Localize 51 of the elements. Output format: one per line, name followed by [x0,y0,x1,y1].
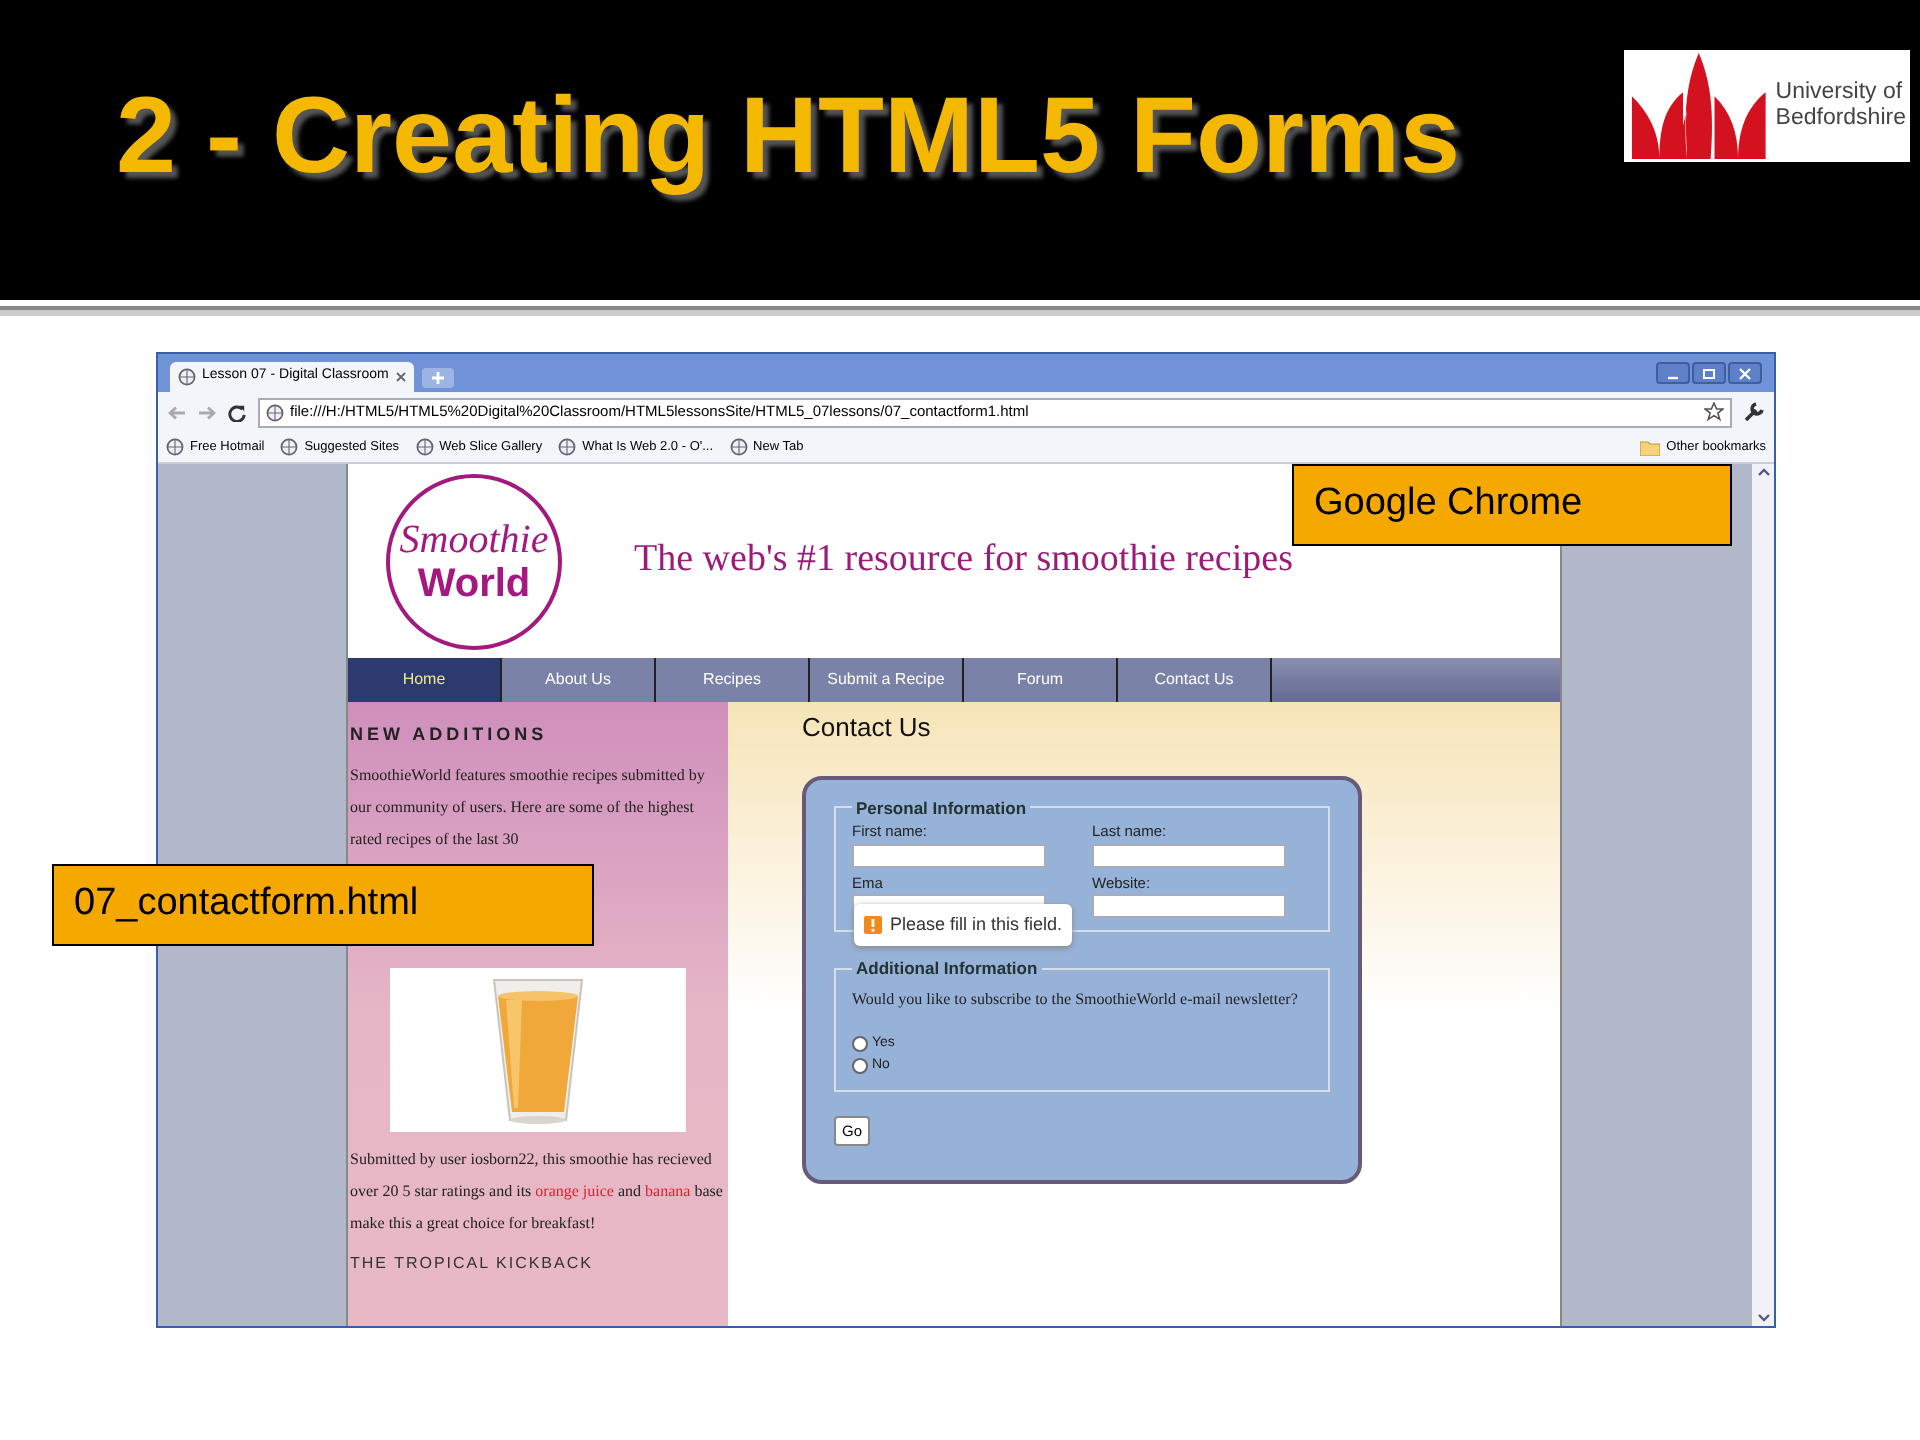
globe-icon [280,438,299,456]
nav-tab[interactable]: Home [348,658,502,702]
fieldset-legend: Personal Information [852,795,1031,821]
callout-label: 07_contactform.html [52,864,594,946]
warning-icon [864,915,882,934]
folder-icon [1640,439,1661,455]
radio-button[interactable] [852,1036,868,1052]
star-icon[interactable] [1704,402,1724,422]
slide-title: 2 - Creating HTML5 Forms [116,73,1461,199]
nav-tab[interactable]: Submit a Recipe [810,658,964,702]
reload-icon[interactable] [228,403,246,421]
tulip-logo-icon [1628,52,1770,160]
sidebar-heading: NEW ADDITIONS [350,722,550,748]
logo-text: World [417,561,531,605]
close-button[interactable] [1728,362,1762,384]
minimize-button[interactable] [1656,362,1690,384]
globe-icon [415,438,434,456]
tooltip-text: Please fill in this field. [890,911,1063,937]
recipe-description: Submitted by user iosborn22, this smoothie has recieved over 20 5 star ratings and its orange juice and banana base make this a great choice for breakfast! [350,1147,725,1236]
wrench-icon[interactable] [1744,402,1764,422]
logo-text: Bedfordshire [1775,106,1906,132]
scrollbar[interactable] [1752,464,1774,1326]
recipe-title: THE TROPICAL KICKBACK [350,1251,595,1275]
globe-icon [729,438,748,456]
maximize-button[interactable] [1692,362,1726,384]
nav-tab[interactable]: Recipes [656,658,810,702]
radio-button[interactable] [852,1058,868,1074]
fieldset-legend: Additional Information [852,955,1042,981]
input-field[interactable] [1092,893,1286,918]
nav-tab[interactable]: About Us [502,658,656,702]
scroll-up-icon[interactable] [1757,468,1769,476]
globe-icon [166,438,184,456]
globe-icon [558,438,577,456]
scroll-down-icon[interactable] [1757,1314,1769,1322]
globe-icon [178,368,196,386]
close-icon [1738,367,1752,379]
plus-icon [432,372,444,384]
nav-tab[interactable]: Contact Us [1118,658,1272,702]
input-field[interactable] [1092,843,1286,867]
callout-label: Google Chrome [1292,464,1732,546]
input-field[interactable] [852,843,1046,867]
newsletter-question: Would you like to subscribe to the SmoothieWorld e-mail newsletter? [852,987,1300,1012]
nav-tab[interactable]: Forum [964,658,1118,702]
globe-icon [266,403,284,421]
logo-text: Smoothie [399,517,549,561]
logo-text: University of [1775,80,1905,106]
sidebar-paragraph: SmoothieWorld features smoothie recipes submitted by our community of users. Here are some of the highest rated recipes of the last 30 [350,763,707,852]
maximize-icon [1702,367,1716,379]
site-tagline: The web's #1 resource for smoothie recipes [634,536,1293,585]
page-heading: Contact Us [802,710,933,746]
close-icon[interactable] [396,372,406,382]
